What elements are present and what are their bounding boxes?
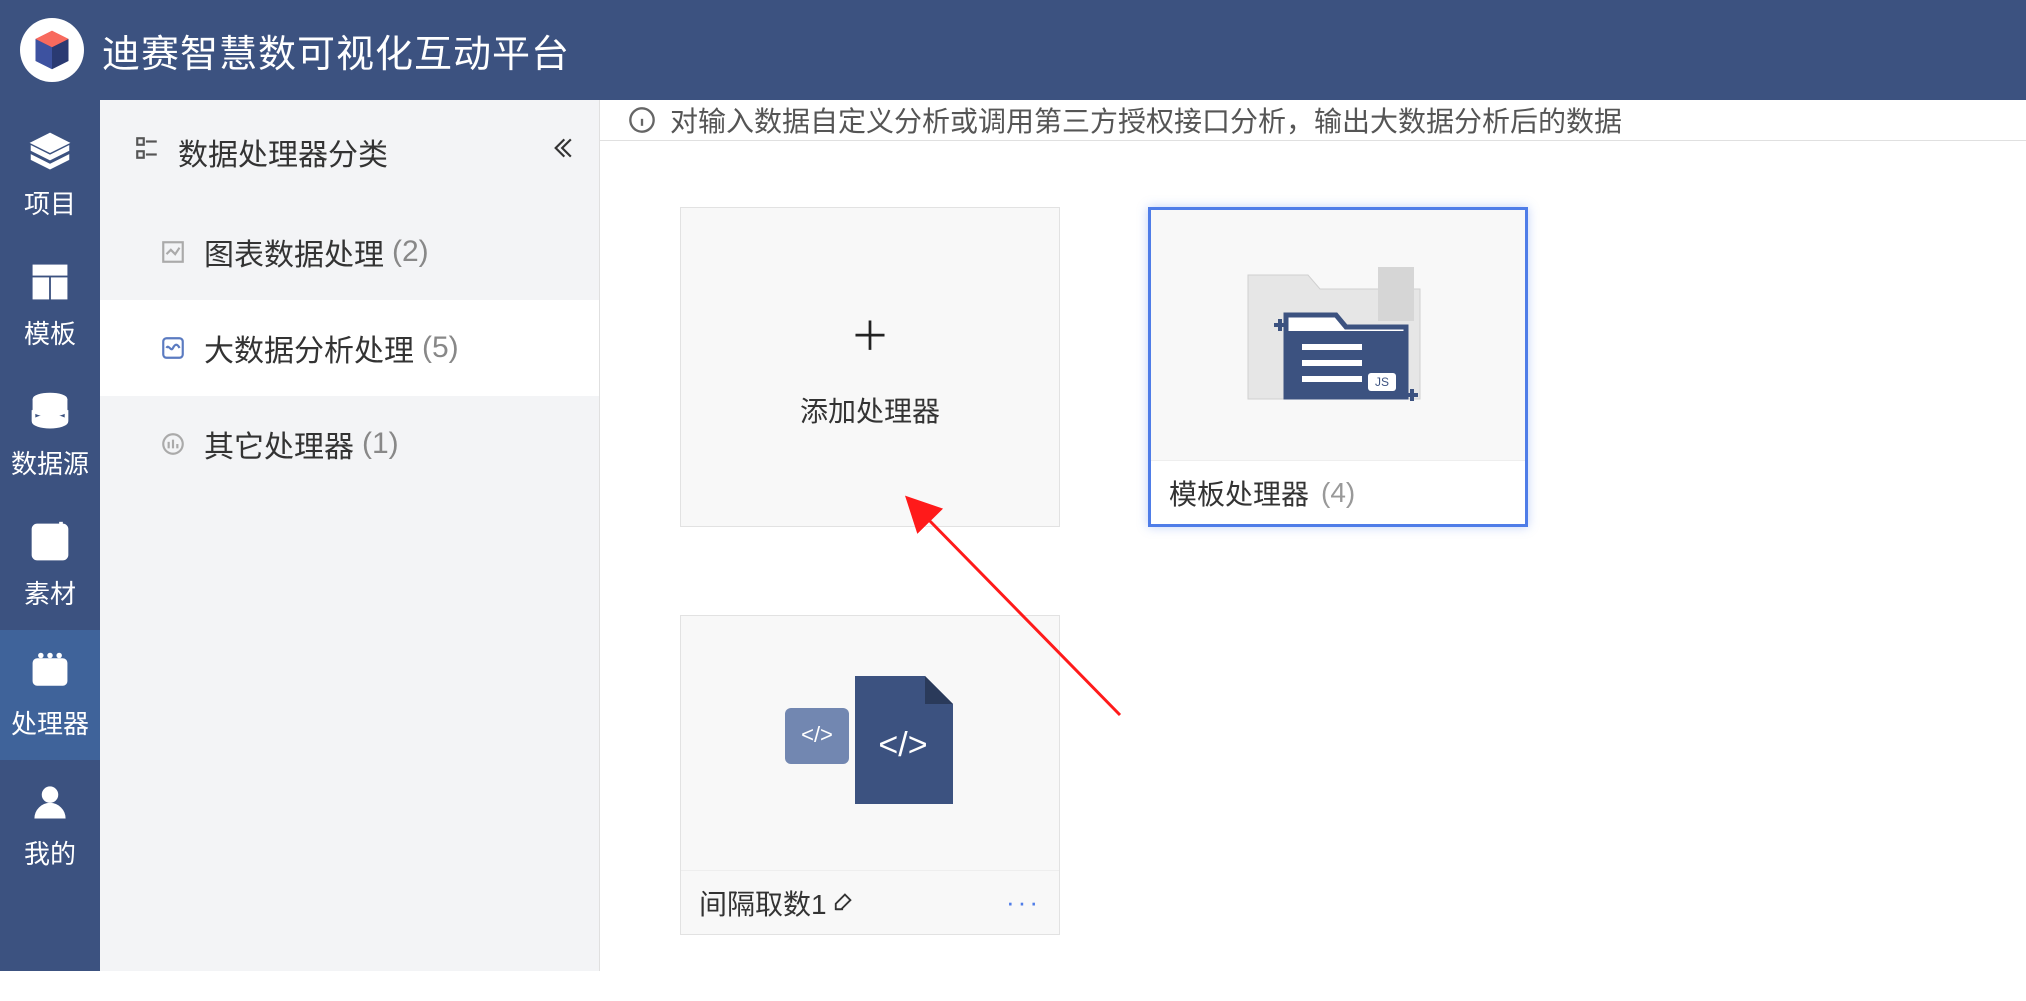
other-icon xyxy=(160,431,186,457)
rail-nav: 项目 模板 数据源 素材 </> 处理器 我的 xyxy=(0,100,100,971)
chart-icon xyxy=(160,239,186,265)
edit-icon[interactable] xyxy=(833,887,855,919)
app-logo xyxy=(20,18,84,82)
sidebar-item-label: 其它处理器 xyxy=(204,422,354,466)
rail-label: 数据源 xyxy=(11,444,89,481)
svg-text:</>: </> xyxy=(801,722,833,747)
sidebar-item-count: (1) xyxy=(362,427,399,461)
list-tree-icon xyxy=(134,135,160,169)
folder-count: (4) xyxy=(1321,477,1355,509)
rail-label: 我的 xyxy=(24,834,76,871)
layers-icon xyxy=(28,130,72,174)
add-processor-card[interactable]: ＋ 添加处理器 xyxy=(680,207,1060,527)
info-icon xyxy=(628,106,656,134)
folder-label: 模板处理器 xyxy=(1169,473,1309,513)
database-icon xyxy=(28,390,72,434)
main-area: 对输入数据自定义分析或调用第三方授权接口分析，输出大数据分析后的数据 ＋ 添加处… xyxy=(600,100,2026,971)
item-preview: </> </> xyxy=(681,616,1059,870)
notice-bar: 对输入数据自定义分析或调用第三方授权接口分析，输出大数据分析后的数据 xyxy=(600,100,2026,141)
notice-text: 对输入数据自定义分析或调用第三方授权接口分析，输出大数据分析后的数据 xyxy=(670,100,1622,140)
template-icon xyxy=(28,260,72,304)
processor-icon: </> xyxy=(28,650,72,694)
folder-card-template[interactable]: JS 模板处理器 (4) xyxy=(1148,207,1528,527)
rail-item-project[interactable]: 项目 xyxy=(0,110,100,240)
rail-label: 处理器 xyxy=(11,704,89,741)
rail-label: 素材 xyxy=(24,574,76,611)
sidebar-item-label: 图表数据处理 xyxy=(204,230,384,274)
sidebar-item-count: (5) xyxy=(422,331,459,365)
rail-label: 项目 xyxy=(24,184,76,221)
sidebar-header: 数据处理器分类 xyxy=(100,100,599,204)
item-name: 间隔取数1 xyxy=(699,883,827,923)
sidebar-item-count: (2) xyxy=(392,235,429,269)
processor-card-interval[interactable]: </> </> 间隔取数1 ··· xyxy=(680,615,1060,935)
sidebar-item-label: 大数据分析处理 xyxy=(204,326,414,370)
sidebar-item-bigdata[interactable]: 大数据分析处理 (5) xyxy=(100,300,599,396)
svg-text:JS: JS xyxy=(1375,375,1389,389)
app-header: 迪赛智慧数可视化互动平台 xyxy=(0,0,2026,100)
user-icon xyxy=(28,780,72,824)
svg-text:</>: </> xyxy=(878,726,927,764)
rail-item-datasource[interactable]: 数据源 xyxy=(0,370,100,500)
wave-icon xyxy=(160,335,186,361)
folder-preview: JS xyxy=(1151,210,1525,460)
app-title: 迪赛智慧数可视化互动平台 xyxy=(102,23,570,78)
more-menu[interactable]: ··· xyxy=(1006,887,1041,918)
rail-item-material[interactable]: 素材 xyxy=(0,500,100,630)
svg-text:</>: </> xyxy=(38,663,62,681)
folder-footer: 模板处理器 (4) xyxy=(1151,460,1525,524)
material-icon xyxy=(28,520,72,564)
rail-item-processor[interactable]: </> 处理器 xyxy=(0,630,100,760)
plus-icon: ＋ xyxy=(850,304,890,362)
rail-item-template[interactable]: 模板 xyxy=(0,240,100,370)
sidebar-title: 数据处理器分类 xyxy=(178,130,388,174)
add-label: 添加处理器 xyxy=(800,390,940,430)
cards-grid: ＋ 添加处理器 JS xyxy=(600,141,2026,1001)
category-sidebar: 数据处理器分类 图表数据处理 (2) 大数据分析处理 (5) 其它处理器 (1) xyxy=(100,100,600,971)
item-footer: 间隔取数1 ··· xyxy=(681,870,1059,934)
rail-label: 模板 xyxy=(24,314,76,351)
sidebar-item-chart[interactable]: 图表数据处理 (2) xyxy=(100,204,599,300)
rail-item-profile[interactable]: 我的 xyxy=(0,760,100,890)
sidebar-item-other[interactable]: 其它处理器 (1) xyxy=(100,396,599,492)
sidebar-list: 图表数据处理 (2) 大数据分析处理 (5) 其它处理器 (1) xyxy=(100,204,599,492)
collapse-icon[interactable] xyxy=(547,135,573,169)
